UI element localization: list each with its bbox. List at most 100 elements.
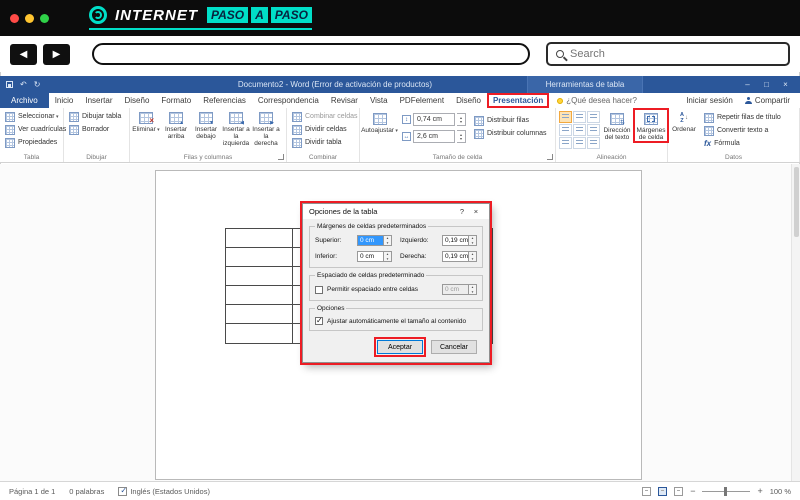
- tab-correspondencia[interactable]: Correspondencia: [252, 93, 325, 108]
- url-input[interactable]: [92, 43, 530, 65]
- ordenar-button[interactable]: AZ ↓ Ordenar: [670, 110, 698, 133]
- table-cell[interactable]: [226, 324, 293, 343]
- align-center-button[interactable]: [573, 124, 586, 136]
- tab-referencias[interactable]: Referencias: [197, 93, 252, 108]
- table-cell[interactable]: [226, 305, 293, 324]
- spacing-spinner[interactable]: [469, 284, 477, 295]
- word-count[interactable]: 0 palabras: [69, 487, 104, 496]
- insertar-derecha-button[interactable]: Insertar a la derecha: [251, 109, 281, 147]
- print-layout-icon[interactable]: [658, 486, 668, 496]
- undo-icon[interactable]: ↶: [20, 80, 27, 89]
- autofit-checkbox[interactable]: [315, 316, 323, 325]
- scrollbar-thumb[interactable]: [794, 167, 799, 237]
- minimize-icon[interactable]: –: [739, 80, 756, 89]
- dialog-close-icon[interactable]: ×: [469, 207, 483, 216]
- izquierdo-spinner[interactable]: [469, 235, 477, 246]
- search-box[interactable]: [546, 42, 790, 66]
- align-center-left-button[interactable]: [559, 124, 572, 136]
- distribuir-filas-button[interactable]: Distribuir filas: [472, 114, 549, 127]
- insertar-izquierda-button[interactable]: Insertar a la izquierda: [221, 109, 251, 147]
- tab-archivo[interactable]: Archivo: [0, 93, 49, 108]
- spacing-checkbox[interactable]: [315, 285, 323, 294]
- tab-vista[interactable]: Vista: [364, 93, 394, 108]
- tab-diseno-tabla[interactable]: Diseño: [450, 93, 487, 108]
- tab-formato[interactable]: Formato: [155, 93, 197, 108]
- align-bottom-right-button[interactable]: [587, 137, 600, 149]
- table-cell[interactable]: [226, 229, 293, 248]
- forward-button[interactable]: ▶: [43, 43, 70, 65]
- tab-pdfelement[interactable]: PDFelement: [394, 93, 450, 108]
- column-width-spinner[interactable]: [457, 130, 466, 143]
- row-height-input[interactable]: 0,74 cm: [413, 113, 455, 126]
- derecha-input[interactable]: 0,19 cm: [442, 251, 469, 262]
- close-icon[interactable]: ×: [777, 80, 794, 89]
- propiedades-button[interactable]: Propiedades: [3, 136, 60, 149]
- aceptar-button[interactable]: Aceptar: [374, 337, 426, 357]
- table-cell[interactable]: [226, 248, 293, 267]
- zoom-slider[interactable]: [702, 486, 751, 496]
- window-dot-yellow-icon[interactable]: [25, 13, 34, 23]
- dividir-tabla-button[interactable]: Dividir tabla: [290, 136, 356, 149]
- margenes-celda-button[interactable]: Márgenes de celda: [633, 107, 669, 144]
- tab-revisar[interactable]: Revisar: [325, 93, 364, 108]
- read-mode-icon[interactable]: [642, 486, 652, 496]
- dividir-celdas-button[interactable]: Dividir celdas: [290, 123, 356, 136]
- formula-button[interactable]: fx Fórmula: [702, 137, 783, 150]
- back-button[interactable]: ◀: [10, 43, 37, 65]
- table-cell[interactable]: [226, 286, 293, 305]
- tell-me-tab[interactable]: ¿Qué desea hacer?: [549, 93, 645, 108]
- share-button[interactable]: Compartir: [744, 96, 790, 105]
- window-dot-green-icon[interactable]: [40, 13, 49, 23]
- maximize-icon[interactable]: □: [758, 80, 775, 89]
- tab-insertar[interactable]: Insertar: [79, 93, 118, 108]
- dialog-titlebar[interactable]: Opciones de la tabla ? ×: [303, 204, 489, 219]
- zoom-level[interactable]: 100 %: [770, 487, 791, 496]
- align-bottom-center-button[interactable]: [573, 137, 586, 149]
- align-bottom-left-button[interactable]: [559, 137, 572, 149]
- eliminar-button[interactable]: Eliminar: [131, 109, 161, 134]
- page-indicator[interactable]: Página 1 de 1: [9, 487, 55, 496]
- language-indicator[interactable]: Inglés (Estados Unidos): [118, 486, 210, 496]
- superior-input[interactable]: 0 cm: [357, 235, 384, 246]
- ver-cuadriculas-button[interactable]: Ver cuadrículas: [3, 123, 66, 136]
- izquierdo-input[interactable]: 0,19 cm: [442, 235, 469, 246]
- convertir-texto-button[interactable]: Convertir texto a: [702, 124, 783, 137]
- sign-in-link[interactable]: Iniciar sesión: [686, 96, 733, 105]
- superior-spinner[interactable]: [384, 235, 392, 246]
- search-input[interactable]: [570, 48, 780, 60]
- repetir-filas-button[interactable]: Repetir filas de título: [702, 111, 783, 124]
- autoajustar-button[interactable]: Autoajustar: [361, 110, 398, 135]
- direccion-texto-button[interactable]: Dirección del texto: [601, 110, 633, 141]
- web-layout-icon[interactable]: [674, 486, 684, 496]
- align-top-right-button[interactable]: [587, 111, 600, 123]
- tab-inicio[interactable]: Inicio: [49, 93, 80, 108]
- inferior-spinner[interactable]: [384, 251, 392, 262]
- column-width-input[interactable]: 2,6 cm: [413, 130, 455, 143]
- tab-presentacion[interactable]: Presentación: [486, 93, 550, 108]
- align-center-right-button[interactable]: [587, 124, 600, 136]
- save-icon[interactable]: [6, 81, 13, 88]
- table-tools-header[interactable]: Herramientas de tabla: [527, 76, 643, 93]
- cancelar-button[interactable]: Cancelar: [431, 340, 477, 354]
- vertical-scrollbar[interactable]: [791, 164, 800, 481]
- dialog-help-icon[interactable]: ?: [455, 207, 469, 216]
- distribuir-columnas-button[interactable]: Distribuir columnas: [472, 127, 549, 140]
- dibujar-tabla-button[interactable]: Dibujar tabla: [67, 110, 126, 123]
- tab-diseno[interactable]: Diseño: [119, 93, 156, 108]
- seleccionar-button[interactable]: Seleccionar: [3, 110, 60, 123]
- insertar-debajo-button[interactable]: Insertar debajo: [191, 109, 221, 140]
- zoom-slider-thumb[interactable]: [724, 486, 728, 496]
- derecha-spinner[interactable]: [469, 251, 477, 262]
- zoom-in-button[interactable]: +: [757, 486, 762, 496]
- combinar-celdas-button[interactable]: Combinar celdas: [290, 110, 358, 123]
- table-cell[interactable]: [226, 267, 293, 286]
- borrador-button[interactable]: Borrador: [67, 123, 126, 136]
- align-top-center-button[interactable]: [573, 111, 586, 123]
- inferior-input[interactable]: 0 cm: [357, 251, 384, 262]
- window-dot-red-icon[interactable]: [10, 13, 19, 23]
- align-top-left-button[interactable]: [559, 111, 572, 123]
- spacing-input[interactable]: 0 cm: [442, 284, 469, 295]
- zoom-out-button[interactable]: −: [690, 486, 695, 496]
- insertar-arriba-button[interactable]: Insertar arriba: [161, 109, 191, 140]
- redo-icon[interactable]: ↻: [34, 80, 41, 89]
